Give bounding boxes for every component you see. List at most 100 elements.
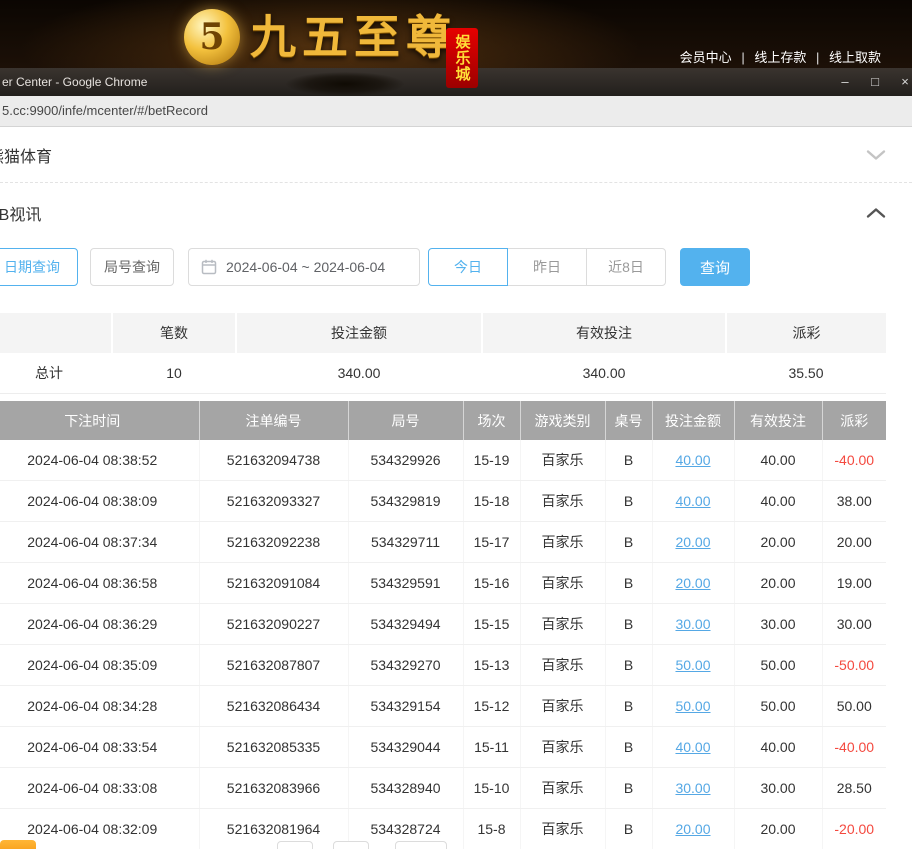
accordion-bb-video[interactable]: BB视讯: [0, 183, 912, 243]
table-no: B: [605, 562, 653, 604]
bet-time: 2024-06-04 08:35:09: [0, 644, 200, 686]
window-controls: – □ ×: [830, 68, 912, 96]
date-query-button[interactable]: 日期查询: [0, 248, 78, 286]
summary-header-row: 笔数 投注金额 有效投注 派彩: [0, 313, 886, 353]
bet-id: 521632086434: [199, 685, 349, 727]
maximize-button[interactable]: □: [860, 68, 890, 96]
bet-amount-link[interactable]: 50.00: [652, 685, 735, 727]
bet-amount-link[interactable]: 40.00: [652, 480, 735, 522]
logo-number: 5: [199, 16, 225, 58]
round-no: 534329494: [348, 603, 464, 645]
payout: -50.00: [822, 644, 886, 686]
quick-today-button[interactable]: 今日: [428, 248, 508, 286]
bet-amount-link[interactable]: 30.00: [652, 603, 735, 645]
nav-separator: |: [741, 50, 745, 65]
summary-header-empty: [0, 313, 112, 353]
session-no: 15-16: [463, 562, 521, 604]
logo-shadow-decoration: [286, 72, 404, 96]
game-type: 百家乐: [520, 521, 606, 563]
calendar-icon: [201, 259, 217, 275]
window-title: er Center - Google Chrome: [2, 75, 148, 89]
floating-service-button[interactable]: [0, 840, 36, 849]
table-no: B: [605, 767, 653, 809]
bet-amount-link[interactable]: 20.00: [652, 562, 735, 604]
nav-online-deposit[interactable]: 线上存款: [754, 50, 806, 65]
accordion-panda-sports[interactable]: 熊猫体育: [0, 127, 912, 183]
date-range-input[interactable]: 2024-06-04 ~ 2024-06-04: [188, 248, 420, 286]
payout: 50.00: [822, 685, 886, 727]
payout: 19.00: [822, 562, 886, 604]
bet-amount-link[interactable]: 40.00: [652, 726, 735, 768]
bet-id: 521632085335: [199, 726, 349, 768]
col-payout: 派彩: [822, 401, 886, 440]
payout: -20.00: [822, 808, 886, 849]
table-no: B: [605, 440, 653, 481]
bet-time: 2024-06-04 08:36:58: [0, 562, 200, 604]
logo-coin-icon: 5: [184, 9, 240, 65]
minimize-button[interactable]: –: [830, 68, 860, 96]
bet-time: 2024-06-04 08:33:54: [0, 726, 200, 768]
nav-online-withdraw[interactable]: 线上取款: [829, 50, 881, 65]
table-row: 2024-06-04 08:33:54 521632085335 534329044…: [0, 726, 886, 768]
table-row: 2024-06-04 08:38:09 521632093327 534329819…: [0, 480, 886, 522]
round-query-button[interactable]: 局号查询: [90, 248, 174, 286]
pagination-select[interactable]: [395, 841, 447, 849]
bet-time: 2024-06-04 08:38:09: [0, 480, 200, 522]
bet-amount-link[interactable]: 30.00: [652, 767, 735, 809]
session-no: 15-15: [463, 603, 521, 645]
valid-bet: 40.00: [734, 440, 823, 481]
summary-bet-amount-value: 340.00: [236, 353, 482, 394]
table-no: B: [605, 808, 653, 849]
url-text[interactable]: 5.cc:9900/infe/mcenter/#/betRecord: [2, 96, 208, 126]
summary-header-payout: 派彩: [725, 313, 886, 353]
nav-member-center[interactable]: 会员中心: [680, 50, 732, 65]
table-no: B: [605, 644, 653, 686]
col-bet-time: 下注时间: [0, 401, 200, 440]
bet-amount-link[interactable]: 40.00: [652, 440, 735, 481]
bet-amount-link[interactable]: 20.00: [652, 521, 735, 563]
search-button[interactable]: 查询: [680, 248, 750, 286]
game-type: 百家乐: [520, 685, 606, 727]
col-table-no: 桌号: [605, 401, 653, 440]
bet-amount-link[interactable]: 50.00: [652, 644, 735, 686]
bet-time: 2024-06-04 08:38:52: [0, 440, 200, 481]
session-no: 15-19: [463, 440, 521, 481]
close-button[interactable]: ×: [890, 68, 912, 96]
date-range-value: 2024-06-04 ~ 2024-06-04: [226, 259, 386, 275]
bet-time: 2024-06-04 08:33:08: [0, 767, 200, 809]
chevron-down-icon: [866, 149, 886, 160]
valid-bet: 20.00: [734, 521, 823, 563]
round-no: 534329711: [348, 521, 464, 563]
table-no: B: [605, 603, 653, 645]
pagination-button[interactable]: [277, 841, 313, 849]
valid-bet: 30.00: [734, 767, 823, 809]
bet-amount-link[interactable]: 20.00: [652, 808, 735, 849]
game-type: 百家乐: [520, 440, 606, 481]
valid-bet: 20.00: [734, 808, 823, 849]
pagination-button[interactable]: [333, 841, 369, 849]
quick-last8days-button[interactable]: 近8日: [586, 248, 666, 286]
session-no: 15-17: [463, 521, 521, 563]
valid-bet: 50.00: [734, 685, 823, 727]
round-no: 534329926: [348, 440, 464, 481]
summary-payout-value: 35.50: [726, 353, 886, 394]
col-bet-amount: 投注金额: [652, 401, 735, 440]
game-type: 百家乐: [520, 726, 606, 768]
quick-date-group: 今日 昨日 近8日: [428, 248, 666, 286]
game-type: 百家乐: [520, 603, 606, 645]
session-no: 15-13: [463, 644, 521, 686]
quick-yesterday-button[interactable]: 昨日: [507, 248, 587, 286]
round-no: 534329819: [348, 480, 464, 522]
browser-addressbar[interactable]: 5.cc:9900/infe/mcenter/#/betRecord: [0, 96, 912, 127]
col-session: 场次: [463, 401, 521, 440]
bet-time: 2024-06-04 08:34:28: [0, 685, 200, 727]
game-type: 百家乐: [520, 644, 606, 686]
page-content: 熊猫体育 BB视讯 日期查询 局号查询 2024-06-04 ~ 2024-06…: [0, 127, 912, 849]
bet-table-body: 2024-06-04 08:38:52 521632094738 534329926…: [0, 440, 886, 849]
table-no: B: [605, 726, 653, 768]
accordion-label: 熊猫体育: [0, 148, 53, 166]
header-nav: 会员中心 | 线上存款 | 线上取款: [675, 47, 886, 66]
valid-bet: 30.00: [734, 603, 823, 645]
summary-valid-bet-value: 340.00: [482, 353, 726, 394]
bet-id: 521632092238: [199, 521, 349, 563]
